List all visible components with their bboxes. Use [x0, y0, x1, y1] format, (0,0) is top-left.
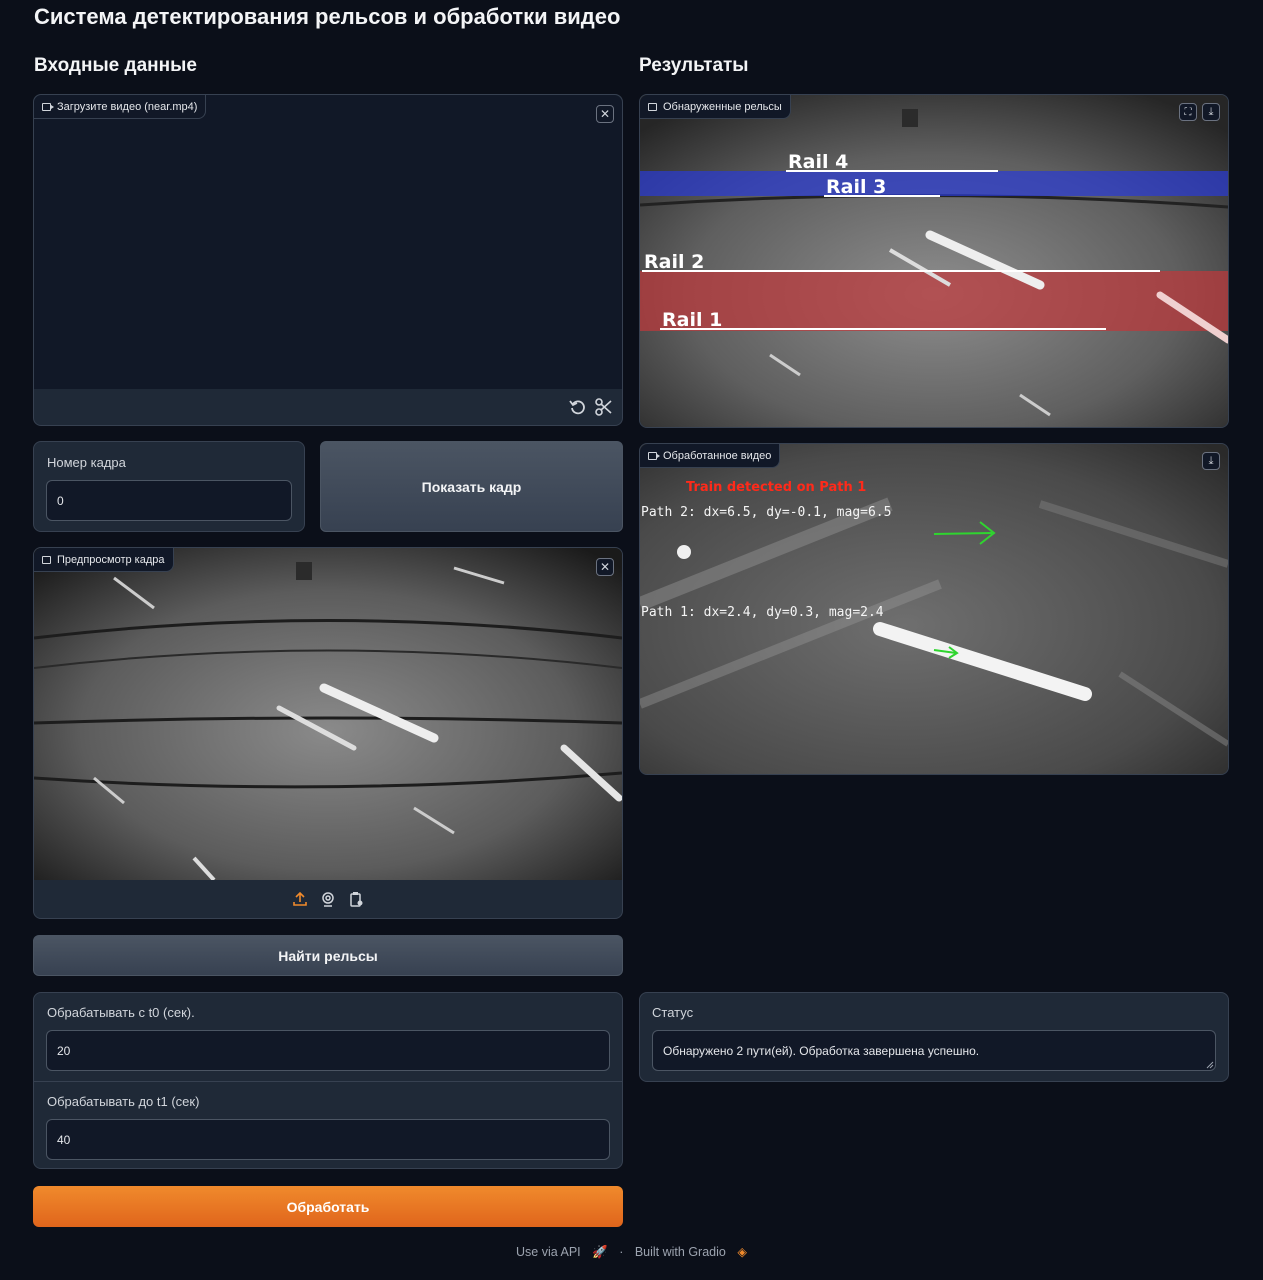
- built-with-gradio-link[interactable]: Built with Gradio: [635, 1245, 726, 1259]
- video-upload-label: Загрузите видео (near.mp4): [34, 95, 207, 119]
- t1-label: Обрабатывать до t1 (сек): [47, 1094, 200, 1109]
- rail-1-overlay: [640, 271, 1228, 331]
- input-section-heading: Входные данные: [34, 55, 197, 76]
- status-panel: Статус Обнаружено 2 пути(ей). Обработка …: [639, 992, 1229, 1082]
- results-section-heading: Результаты: [639, 55, 749, 76]
- t0-label: Обрабатывать с t0 (сек).: [47, 1005, 195, 1020]
- path-2-text: Path 2: dx=6.5, dy=-0.1, mag=6.5: [641, 505, 891, 520]
- status-textbox[interactable]: Обнаружено 2 пути(ей). Обработка заверше…: [652, 1030, 1216, 1071]
- image-icon: [42, 555, 51, 564]
- rail-2-label: Rail 2: [644, 251, 704, 273]
- frame-preview-image: [34, 548, 622, 880]
- preview-source-toolbar: [34, 880, 622, 918]
- page-title: Система детектирования рельсов и обработ…: [34, 4, 621, 29]
- detected-rails-label: Обнаруженные рельсы: [640, 95, 791, 119]
- download-video-button[interactable]: ⤓: [1202, 452, 1220, 470]
- resize-handle-icon[interactable]: [1206, 1061, 1214, 1069]
- scissors-icon[interactable]: [594, 397, 614, 417]
- frame-preview-label: Предпросмотр кадра: [34, 548, 174, 572]
- processed-video-label: Обработанное видео: [640, 444, 781, 468]
- video-icon: [42, 102, 54, 111]
- divider: [34, 1081, 622, 1082]
- video-player-area[interactable]: [34, 95, 622, 389]
- frame-number-panel: Номер кадра 0: [33, 441, 305, 532]
- footer: Use via API 🚀 · Built with Gradio ◈: [0, 1244, 1263, 1260]
- undo-icon[interactable]: [568, 397, 588, 417]
- time-range-panel: Обрабатывать с t0 (сек). 20 Обрабатывать…: [33, 992, 623, 1169]
- t0-input[interactable]: 20: [46, 1030, 610, 1071]
- t1-input[interactable]: 40: [46, 1119, 610, 1160]
- rail-4-label: Rail 4: [788, 151, 848, 173]
- detected-rails-label-text: Обнаруженные рельсы: [663, 100, 782, 113]
- show-frame-button[interactable]: Показать кадр: [320, 441, 623, 532]
- detected-rails-image: Rail 4 Rail 3 Rail 2 Rail 1: [640, 95, 1228, 427]
- video-icon: [648, 451, 660, 460]
- status-label: Статус: [652, 1005, 694, 1020]
- process-button[interactable]: Обработать: [33, 1186, 623, 1227]
- rail-3-label: Rail 3: [826, 176, 886, 198]
- find-rails-button[interactable]: Найти рельсы: [33, 935, 623, 976]
- rocket-icon: 🚀: [592, 1245, 608, 1259]
- gradio-logo-icon: ◈: [737, 1245, 747, 1259]
- path-2-arrow: [933, 532, 993, 535]
- video-upload-label-text: Загрузите видео (near.mp4): [57, 100, 198, 113]
- fullscreen-button[interactable]: ⛶: [1179, 103, 1197, 121]
- processed-video-label-text: Обработанное видео: [663, 449, 772, 462]
- upload-icon[interactable]: [292, 891, 308, 907]
- clear-preview-button[interactable]: ✕: [596, 558, 614, 576]
- rail-3-overlay: [640, 171, 1228, 196]
- frame-preview-label-text: Предпросмотр кадра: [57, 553, 165, 566]
- processed-video-panel: Обработанное видео ⤓ Train detected on P…: [639, 443, 1229, 775]
- train-alert-text: Train detected on Path 1: [686, 480, 866, 495]
- video-upload-panel[interactable]: Загрузите видео (near.mp4) ✕: [33, 94, 623, 426]
- download-button[interactable]: ⤓: [1202, 103, 1220, 121]
- rail-1-label: Rail 1: [662, 309, 722, 331]
- frame-number-label: Номер кадра: [47, 455, 126, 470]
- use-via-api-link[interactable]: Use via API: [516, 1245, 581, 1259]
- detected-rails-panel: Обнаруженные рельсы ⛶ ⤓ Rail 4 Rail 3 Ra…: [639, 94, 1229, 428]
- footer-separator: ·: [619, 1245, 624, 1259]
- frame-preview-panel: Предпросмотр кадра ✕: [33, 547, 623, 919]
- frame-number-input[interactable]: 0: [46, 480, 292, 521]
- processed-video-frame[interactable]: Train detected on Path 1 Path 2: dx=6.5,…: [640, 444, 1228, 774]
- clear-video-button[interactable]: ✕: [596, 105, 614, 123]
- clipboard-icon[interactable]: [348, 891, 364, 907]
- image-icon: [648, 102, 657, 111]
- path-1-text: Path 1: dx=2.4, dy=0.3, mag=2.4: [641, 605, 884, 620]
- webcam-icon[interactable]: [320, 891, 336, 907]
